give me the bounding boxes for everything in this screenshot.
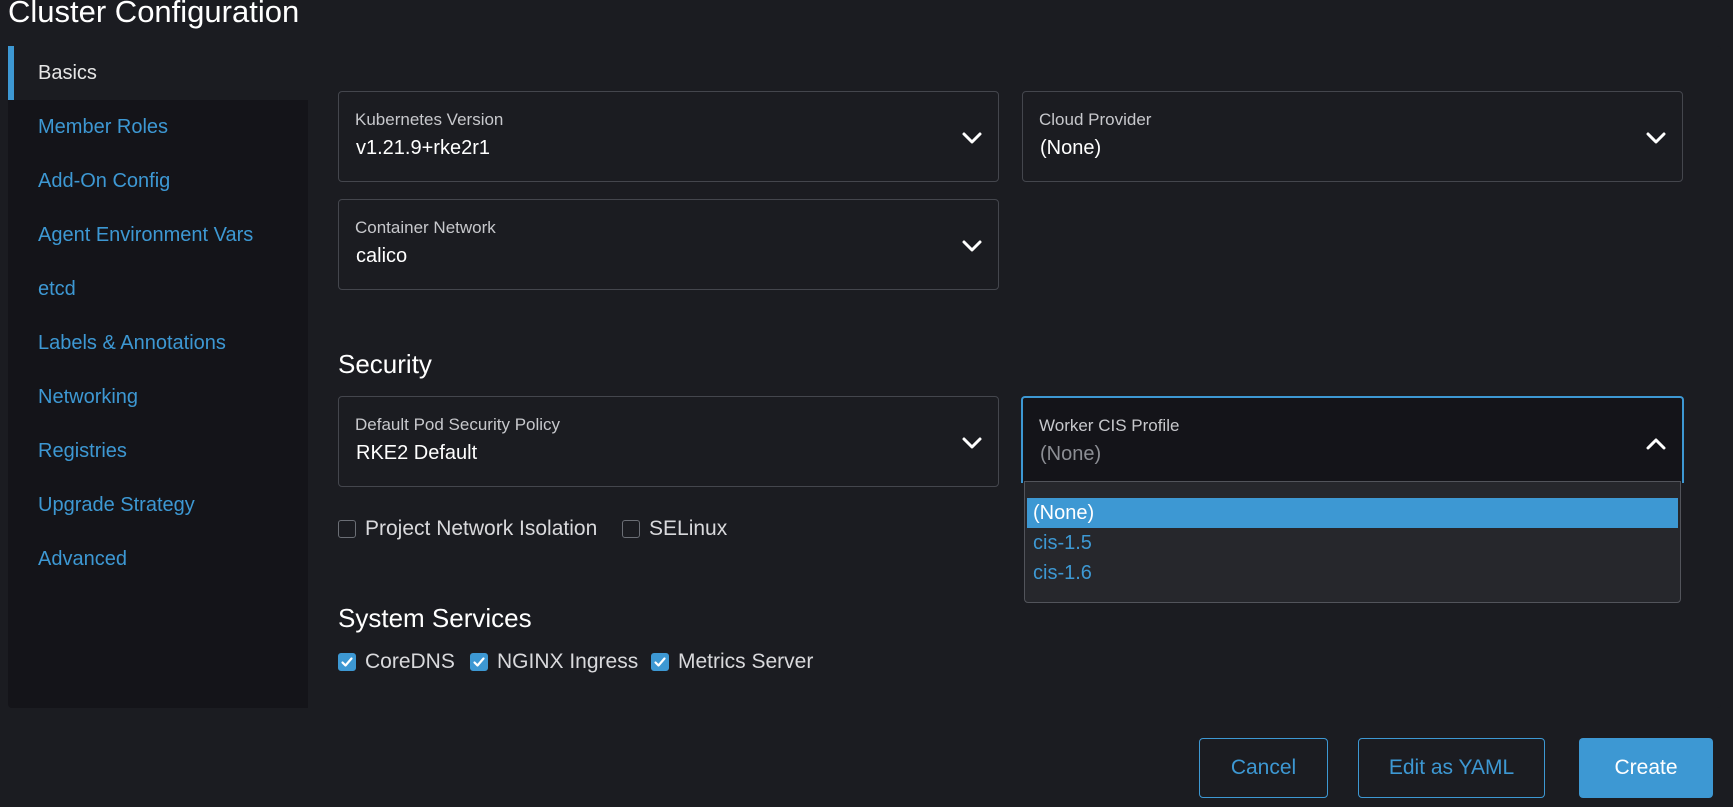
checkbox-box[interactable] [338,520,356,538]
sidebar-item-basics[interactable]: Basics [8,46,308,100]
checkmark-icon [341,657,353,667]
chevron-down-icon [962,437,982,449]
coredns-label: CoreDNS [365,650,455,673]
cancel-button[interactable]: Cancel [1199,738,1328,798]
nginx-ingress-label: NGINX Ingress [497,650,639,673]
pod-security-policy-select[interactable]: Default Pod Security Policy RKE2 Default [338,396,999,487]
selinux-label: SELinux [649,517,728,540]
metrics-server-label: Metrics Server [678,650,814,673]
sidebar-item-advanced[interactable]: Advanced [8,532,308,586]
nginx-ingress-checkbox[interactable]: NGINX Ingress [470,649,638,675]
project-network-isolation-checkbox[interactable]: Project Network Isolation [338,516,597,542]
kubernetes-version-value: v1.21.9+rke2r1 [356,137,490,159]
create-button[interactable]: Create [1579,738,1713,798]
cloud-provider-label: Cloud Provider [1039,110,1152,129]
system-services-heading: System Services [338,603,532,633]
chevron-down-icon [962,132,982,144]
sidebar-item-etcd[interactable]: etcd [8,262,308,316]
cis-option-none[interactable]: (None) [1027,498,1678,528]
page-title: Cluster Configuration [8,0,300,29]
sidebar-item-networking[interactable]: Networking [8,370,308,424]
chevron-up-icon [1646,438,1666,450]
coredns-checkbox[interactable]: CoreDNS [338,649,455,675]
chevron-down-icon [1646,132,1666,144]
worker-cis-profile-dropdown: (None) cis-1.5 cis-1.6 [1024,481,1681,603]
selinux-checkbox[interactable]: SELinux [622,516,727,542]
cloud-provider-value: (None) [1040,137,1102,159]
checkmark-icon [473,657,485,667]
edit-as-yaml-button[interactable]: Edit as YAML [1358,738,1545,798]
sidebar: Basics Member Roles Add-On Config Agent … [8,46,308,708]
sidebar-item-agent-env-vars[interactable]: Agent Environment Vars [8,208,308,262]
metrics-server-checkbox[interactable]: Metrics Server [651,649,813,675]
cis-option-1-5[interactable]: cis-1.5 [1027,528,1678,558]
container-network-value: calico [356,245,408,267]
pod-security-policy-label: Default Pod Security Policy [355,415,561,434]
cis-option-1-6[interactable]: cis-1.6 [1027,558,1678,588]
checkbox-checked[interactable] [651,653,669,671]
checkmark-icon [654,657,666,667]
container-network-select[interactable]: Container Network calico [338,199,999,290]
security-heading: Security [338,349,432,379]
checkbox-box[interactable] [622,520,640,538]
sidebar-item-upgrade-strategy[interactable]: Upgrade Strategy [8,478,308,532]
sidebar-item-labels-annotations[interactable]: Labels & Annotations [8,316,308,370]
pod-security-policy-value: RKE2 Default [356,442,478,464]
project-network-isolation-label: Project Network Isolation [365,517,598,540]
kubernetes-version-select[interactable]: Kubernetes Version v1.21.9+rke2r1 [338,91,999,182]
chevron-down-icon [962,240,982,252]
worker-cis-profile-value: (None) [1040,443,1102,465]
kubernetes-version-label: Kubernetes Version [355,110,504,129]
sidebar-item-registries[interactable]: Registries [8,424,308,478]
cloud-provider-select[interactable]: Cloud Provider (None) [1022,91,1683,182]
container-network-label: Container Network [355,218,496,237]
checkbox-checked[interactable] [338,653,356,671]
worker-cis-profile-select[interactable]: Worker CIS Profile (None) [1021,396,1684,483]
sidebar-item-member-roles[interactable]: Member Roles [8,100,308,154]
worker-cis-profile-label: Worker CIS Profile [1039,416,1180,435]
sidebar-item-add-on-config[interactable]: Add-On Config [8,154,308,208]
checkbox-checked[interactable] [470,653,488,671]
